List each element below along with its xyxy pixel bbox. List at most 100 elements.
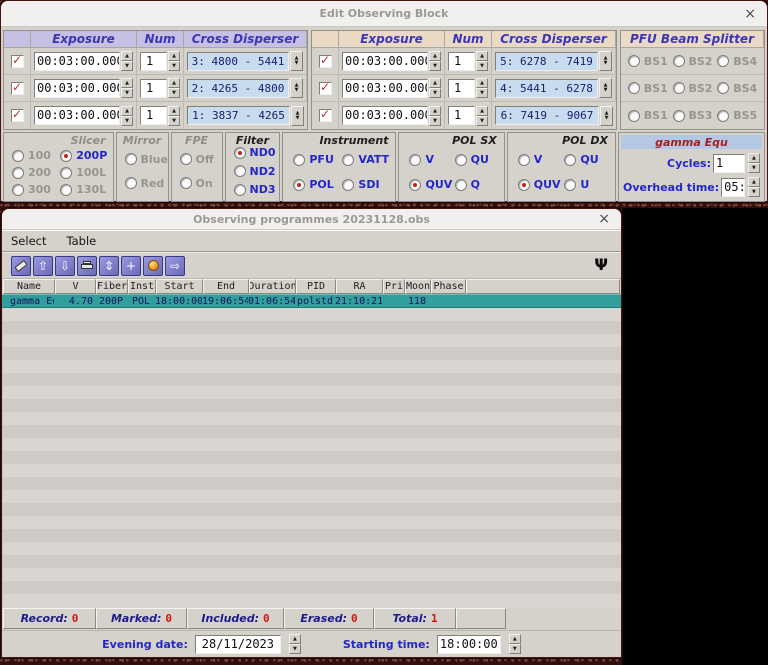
column-header-name[interactable]: Name bbox=[3, 279, 55, 294]
row-checkbox[interactable]: ✓ bbox=[4, 75, 31, 102]
num-spinner[interactable]: ▲▼ bbox=[168, 106, 180, 126]
num-input[interactable]: 1 bbox=[140, 52, 167, 71]
radio-slicer-300[interactable]: 300 bbox=[12, 181, 60, 198]
exposure-spinner[interactable]: ▲▼ bbox=[429, 78, 441, 98]
num-spinner[interactable]: ▲▼ bbox=[168, 51, 180, 71]
row-checkbox[interactable]: ✓ bbox=[312, 48, 339, 75]
cycles-input[interactable]: 1 bbox=[713, 154, 745, 173]
edit-window-titlebar[interactable]: Edit Observing Block × bbox=[1, 1, 767, 27]
column-header-phase[interactable]: Phase bbox=[431, 279, 466, 294]
radio-polsx-quv[interactable]: QUV bbox=[409, 178, 454, 191]
erase-button[interactable] bbox=[11, 256, 31, 276]
cross-disperser-select[interactable]: 6: 7419 - 9067 bbox=[495, 106, 599, 125]
table-body-empty[interactable] bbox=[2, 308, 621, 607]
overhead-time-input[interactable]: 05:30:00 bbox=[721, 178, 745, 197]
row-checkbox[interactable]: ✓ bbox=[312, 75, 339, 102]
radio-polsx-q[interactable]: Q bbox=[455, 178, 500, 191]
radio-bs1[interactable]: BS1 bbox=[628, 109, 668, 122]
exposure-spinner[interactable]: ▲▼ bbox=[121, 51, 133, 71]
radio-bs3[interactable]: BS3 bbox=[673, 109, 713, 122]
cross-disperser-select[interactable]: 3: 4800 - 5441 bbox=[187, 52, 289, 71]
move-right-button[interactable]: ⇨ bbox=[165, 256, 185, 276]
column-header-pri[interactable]: Pri bbox=[383, 279, 405, 294]
sort-button[interactable]: ⇕ bbox=[99, 256, 119, 276]
dropdown-button[interactable]: ▲▼ bbox=[599, 78, 612, 98]
radio-poldx-u[interactable]: U bbox=[564, 178, 611, 191]
cross-disperser-select[interactable]: 4: 5441 - 6278 bbox=[495, 79, 598, 98]
column-header-inst[interactable]: Inst bbox=[128, 279, 156, 294]
close-icon[interactable]: × bbox=[744, 1, 756, 26]
column-header-ra[interactable]: RA bbox=[336, 279, 383, 294]
close-icon[interactable]: × bbox=[598, 209, 610, 229]
radio-poldx-qu[interactable]: QU bbox=[564, 153, 611, 166]
menu-select[interactable]: Select bbox=[11, 234, 46, 248]
cross-disperser-select[interactable]: 1: 3837 - 4265 bbox=[187, 106, 290, 125]
obs-window-titlebar[interactable]: Observing programmes 20231128.obs × bbox=[2, 209, 621, 230]
radio-filter-nd3[interactable]: ND3 bbox=[234, 183, 278, 196]
radio-bs1[interactable]: BS1 bbox=[628, 82, 668, 95]
radio-polsx-qu[interactable]: QU bbox=[455, 153, 500, 166]
radio-bs4[interactable]: BS4 bbox=[717, 82, 757, 95]
cycles-spinner[interactable]: ▲▼ bbox=[748, 153, 760, 173]
radio-bs1[interactable]: BS1 bbox=[628, 55, 668, 68]
exposure-spinner[interactable]: ▲▼ bbox=[429, 106, 441, 126]
radio-slicer-130l[interactable]: 130L bbox=[60, 181, 108, 198]
move-down-button[interactable]: ⇩ bbox=[55, 256, 75, 276]
num-input[interactable]: 1 bbox=[448, 79, 475, 98]
row-checkbox[interactable]: ✓ bbox=[4, 48, 31, 75]
radio-slicer-100[interactable]: 100 bbox=[12, 147, 60, 164]
radio-instrument-vatt[interactable]: VATT bbox=[342, 153, 391, 166]
radio-fpe-on[interactable]: On bbox=[180, 177, 218, 190]
column-header-moon[interactable]: Moon bbox=[405, 279, 431, 294]
radio-instrument-sdi[interactable]: SDI bbox=[342, 178, 391, 191]
row-checkbox[interactable]: ✓ bbox=[4, 102, 31, 129]
exposure-spinner[interactable]: ▲▼ bbox=[429, 51, 441, 71]
dropdown-button[interactable]: ▲▼ bbox=[291, 106, 304, 126]
table-row-selected[interactable]: gamma Equ 4.70 200P POL 18:00:00 19:06:5… bbox=[2, 294, 621, 308]
starting-time-input[interactable]: 18:00:00 bbox=[437, 635, 501, 654]
dropdown-button[interactable]: ▲▼ bbox=[290, 78, 303, 98]
exposure-input[interactable]: 00:03:00.000 bbox=[34, 79, 120, 98]
radio-slicer-100l[interactable]: 100L bbox=[60, 164, 108, 181]
dropdown-button[interactable]: ▲▼ bbox=[600, 106, 613, 126]
num-spinner[interactable]: ▲▼ bbox=[476, 51, 488, 71]
radio-bs5[interactable]: BS5 bbox=[717, 109, 757, 122]
evening-date-spinner[interactable]: ▲▼ bbox=[289, 634, 301, 654]
exposure-input[interactable]: 00:03:00.000 bbox=[342, 106, 428, 125]
cross-disperser-select[interactable]: 2: 4265 - 4800 bbox=[187, 79, 289, 98]
alarm-button[interactable] bbox=[143, 256, 163, 276]
num-spinner[interactable]: ▲▼ bbox=[476, 78, 488, 98]
radio-filter-nd2[interactable]: ND2 bbox=[234, 165, 278, 178]
exposure-input[interactable]: 00:03:00.000 bbox=[342, 79, 428, 98]
exposure-input[interactable]: 00:03:00.000 bbox=[342, 52, 428, 71]
move-up-button[interactable]: ⇧ bbox=[33, 256, 53, 276]
dropdown-button[interactable]: ▲▼ bbox=[290, 51, 303, 71]
crosshair-button[interactable]: + bbox=[121, 256, 141, 276]
radio-filter-nd0[interactable]: ND0 bbox=[234, 146, 278, 159]
radio-poldx-quv[interactable]: QUV bbox=[518, 178, 565, 191]
radio-instrument-pol[interactable]: POL bbox=[293, 178, 342, 191]
radio-bs2[interactable]: BS2 bbox=[673, 82, 713, 95]
radio-poldx-v[interactable]: V bbox=[518, 153, 565, 166]
num-input[interactable]: 1 bbox=[140, 106, 167, 125]
num-spinner[interactable]: ▲▼ bbox=[168, 78, 180, 98]
starting-time-spinner[interactable]: ▲▼ bbox=[509, 634, 521, 654]
exposure-spinner[interactable]: ▲▼ bbox=[121, 78, 133, 98]
num-input[interactable]: 1 bbox=[140, 79, 167, 98]
row-checkbox[interactable]: ✓ bbox=[312, 102, 339, 129]
num-input[interactable]: 1 bbox=[448, 52, 475, 71]
radio-bs2[interactable]: BS2 bbox=[673, 55, 713, 68]
radio-mirror-blue[interactable]: Blue bbox=[125, 153, 164, 166]
radio-fpe-off[interactable]: Off bbox=[180, 153, 218, 166]
print-button[interactable] bbox=[77, 256, 97, 276]
evening-date-input[interactable]: 28/11/2023 bbox=[195, 635, 281, 654]
num-spinner[interactable]: ▲▼ bbox=[476, 106, 488, 126]
column-header-pid[interactable]: PID bbox=[296, 279, 336, 294]
radio-polsx-v[interactable]: V bbox=[409, 153, 454, 166]
cross-disperser-select[interactable]: 5: 6278 - 7419 bbox=[495, 52, 598, 71]
overhead-spinner[interactable]: ▲▼ bbox=[748, 177, 760, 197]
dropdown-button[interactable]: ▲▼ bbox=[599, 51, 612, 71]
column-header-duration[interactable]: Duration bbox=[249, 279, 296, 294]
radio-mirror-red[interactable]: Red bbox=[125, 177, 164, 190]
column-header-end[interactable]: End bbox=[203, 279, 249, 294]
